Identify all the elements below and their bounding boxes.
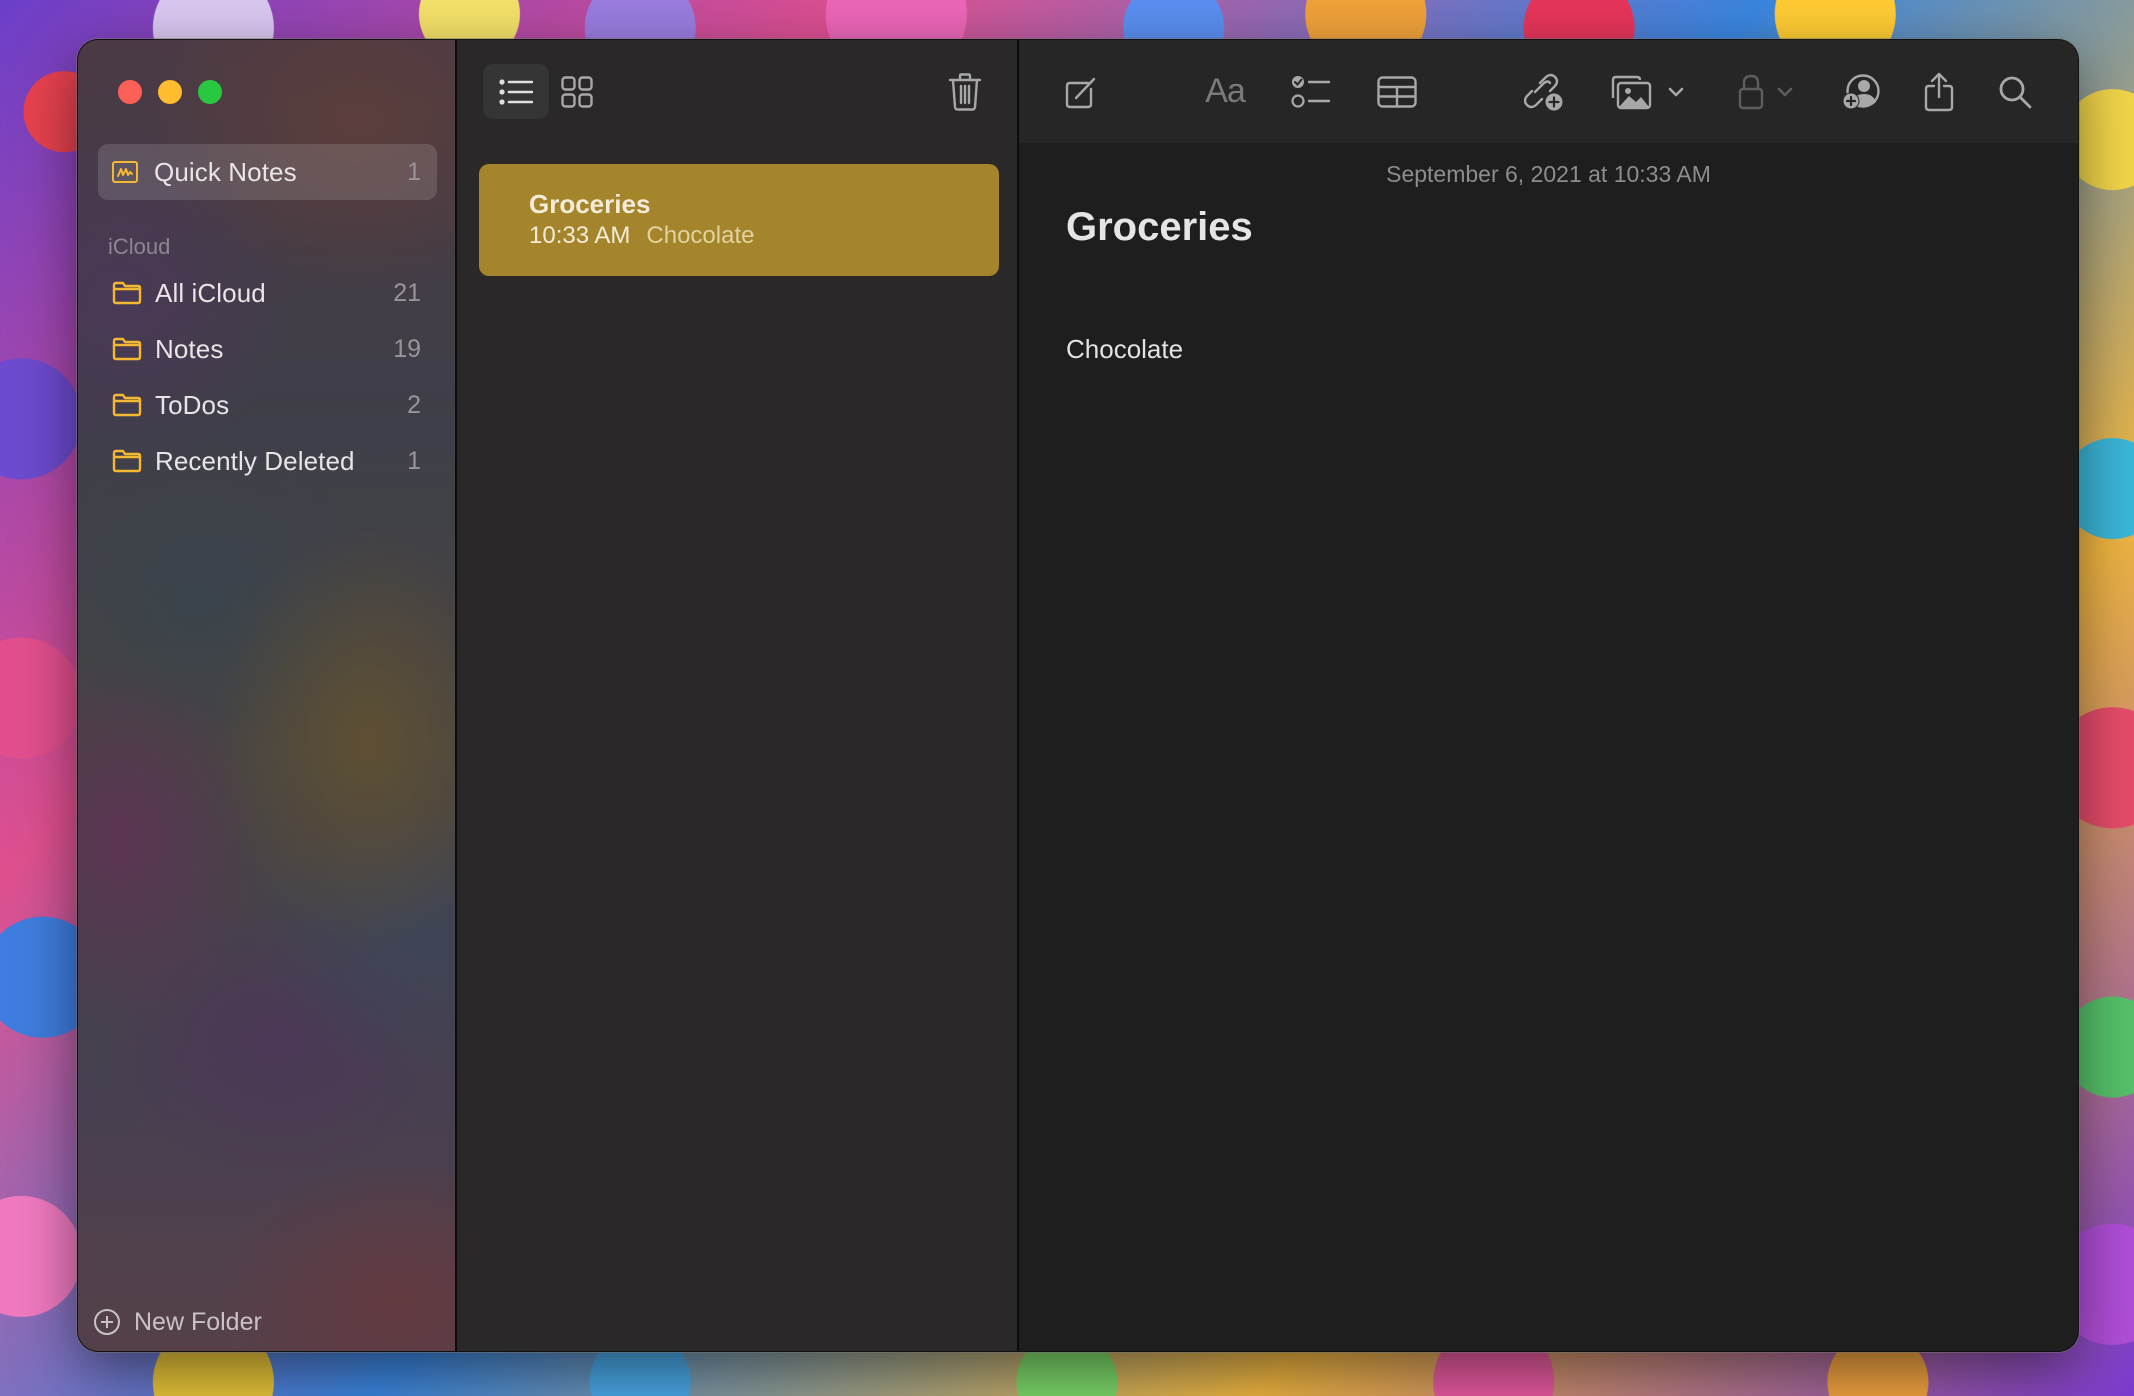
traffic-lights (118, 80, 222, 104)
share-icon (1924, 72, 1954, 111)
close-window-button[interactable] (118, 80, 142, 104)
media-icon (1611, 75, 1652, 109)
gallery-view-icon (561, 75, 593, 108)
sidebar-item-label: Quick Notes (154, 156, 297, 187)
sidebar-item-notes[interactable]: Notes 19 (98, 321, 437, 377)
collaborate-button[interactable] (1831, 64, 1891, 119)
compose-button[interactable] (1053, 64, 1109, 119)
search-icon (1999, 76, 2032, 108)
trash-icon (948, 72, 982, 111)
sidebar-item-all-icloud[interactable]: All iCloud 21 (98, 265, 437, 321)
note-subtitle: 10:33 AM Chocolate (529, 220, 999, 252)
sidebar-item-todos[interactable]: ToDos 2 (98, 377, 437, 433)
add-link-icon (1524, 73, 1563, 110)
share-button[interactable] (1909, 64, 1969, 119)
chevron-down-icon (1668, 87, 1684, 96)
list-view-icon (499, 78, 533, 105)
notes-window: Quick Notes 1 iCloud All iCloud 21 Notes… (78, 40, 2078, 1351)
folder-icon (112, 281, 142, 305)
chevron-down-icon (1777, 87, 1793, 96)
new-folder-label: New Folder (134, 1307, 262, 1336)
note-preview: Chocolate (646, 222, 755, 249)
checklist-button[interactable] (1281, 64, 1341, 119)
maximize-window-button[interactable] (198, 80, 222, 104)
new-folder-button[interactable]: New Folder (94, 1305, 262, 1339)
sidebar-item-count: 19 (393, 334, 421, 363)
plus-circle-icon (94, 1309, 120, 1335)
lock-button[interactable] (1730, 64, 1802, 119)
sidebar-item-count: 21 (393, 278, 421, 307)
note-editor: Aa September 6, 2021 at 10:33 AM Groceri… (1019, 40, 2078, 1351)
table-icon (1377, 75, 1417, 108)
note-time: 10:33 AM (529, 222, 631, 249)
minimize-window-button[interactable] (158, 80, 182, 104)
add-link-button[interactable] (1514, 64, 1574, 119)
note-list-pane: Groceries 10:33 AM Chocolate (457, 40, 1019, 1351)
sidebar-item-count: 2 (407, 390, 421, 419)
sidebar-item-count: 1 (407, 157, 421, 186)
note-body[interactable]: Chocolate (1066, 334, 1183, 365)
sidebar-item-label: All iCloud (155, 277, 266, 308)
folder-list: All iCloud 21 Notes 19 ToDos 2 Recently … (98, 265, 437, 489)
sidebar-item-label: ToDos (155, 389, 230, 420)
note-date: September 6, 2021 at 10:33 AM (1386, 161, 1711, 187)
section-header-icloud: iCloud (108, 234, 171, 259)
note-list-toolbar (457, 40, 1017, 143)
format-text-icon: Aa (1205, 72, 1246, 110)
sidebar-item-quick-notes[interactable]: Quick Notes 1 (98, 144, 437, 200)
media-button[interactable] (1602, 64, 1692, 119)
compose-icon (1065, 77, 1096, 108)
gallery-view-button[interactable] (544, 64, 610, 119)
delete-note-button[interactable] (937, 64, 993, 119)
checklist-icon (1291, 75, 1331, 108)
sidebar: Quick Notes 1 iCloud All iCloud 21 Notes… (78, 40, 457, 1351)
note-list-item[interactable]: Groceries 10:33 AM Chocolate (479, 164, 999, 276)
folder-icon (112, 449, 142, 473)
sidebar-item-label: Notes (155, 333, 224, 364)
sidebar-item-recently-deleted[interactable]: Recently Deleted 1 (98, 433, 437, 489)
collaborate-icon (1842, 73, 1880, 109)
search-button[interactable] (1985, 64, 2045, 119)
folder-icon (112, 337, 142, 361)
quick-note-icon (112, 161, 138, 183)
sidebar-item-label: Recently Deleted (155, 445, 355, 476)
folder-icon (112, 393, 142, 417)
note-title: Groceries (529, 189, 651, 219)
format-button[interactable]: Aa (1195, 64, 1255, 119)
list-view-button[interactable] (483, 64, 549, 119)
note-heading[interactable]: Groceries (1066, 205, 1253, 250)
lock-icon (1738, 74, 1764, 109)
table-button[interactable] (1367, 64, 1427, 119)
sidebar-item-count: 1 (407, 446, 421, 475)
editor-toolbar: Aa (1019, 40, 2078, 143)
